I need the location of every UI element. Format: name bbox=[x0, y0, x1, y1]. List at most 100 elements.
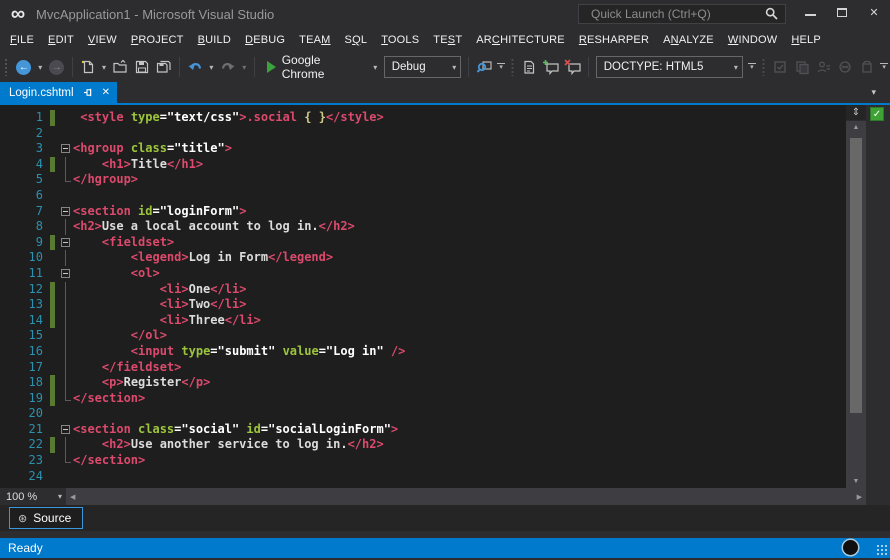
split-window-handle[interactable]: ⇕ bbox=[846, 105, 866, 121]
tab-close-icon[interactable]: ✕ bbox=[102, 87, 110, 98]
navigate-back-caret-icon[interactable]: ▾ bbox=[35, 63, 46, 72]
fold-collapse-toggle[interactable] bbox=[58, 235, 73, 251]
navigate-forward-button[interactable]: → bbox=[46, 56, 68, 78]
redo-caret-icon[interactable]: ▾ bbox=[239, 63, 250, 72]
new-item-button[interactable] bbox=[77, 56, 99, 78]
menu-item-file[interactable]: FILE bbox=[3, 34, 41, 46]
vertical-scrollbar-thumb[interactable] bbox=[850, 138, 862, 413]
fold-collapse-toggle[interactable] bbox=[58, 266, 73, 282]
title-bar: ∞ MvcApplication1 - Microsoft Visual Stu… bbox=[0, 0, 890, 28]
code-line-18[interactable]: 18 <p>Register</p> bbox=[0, 375, 890, 391]
change-tracking-bar bbox=[50, 157, 55, 173]
fold-collapse-toggle[interactable] bbox=[58, 422, 73, 438]
toolbar-overflow-button[interactable]: ▾ bbox=[878, 63, 890, 71]
redo-button[interactable] bbox=[217, 56, 239, 78]
menu-item-build[interactable]: BUILD bbox=[191, 34, 238, 46]
tab-login-cshtml[interactable]: Login.cshtml ✕ bbox=[0, 82, 117, 103]
code-line-14[interactable]: 14 <li>Three</li> bbox=[0, 313, 890, 329]
menu-item-architecture[interactable]: ARCHITECTURE bbox=[469, 34, 572, 46]
save-all-button[interactable] bbox=[153, 56, 175, 78]
remove-comment-button[interactable] bbox=[562, 56, 584, 78]
menu-item-edit[interactable]: EDIT bbox=[41, 34, 81, 46]
code-line-11[interactable]: 11 <ol> bbox=[0, 266, 890, 282]
new-item-caret-icon[interactable]: ▾ bbox=[99, 63, 110, 72]
line-number: 13 bbox=[0, 297, 50, 313]
scroll-up-icon[interactable]: ▲ bbox=[846, 124, 866, 131]
toolbar-overflow-button[interactable]: ▾ bbox=[495, 63, 507, 71]
vertical-scrollbar[interactable]: ⇕ ▲ ▼ bbox=[846, 105, 866, 488]
code-line-1[interactable]: 1 <style type="text/css">.social { }</st… bbox=[0, 110, 890, 126]
code-editor[interactable]: 1 <style type="text/css">.social { }</st… bbox=[0, 105, 890, 488]
code-line-9[interactable]: 9 <fieldset> bbox=[0, 235, 890, 251]
toolbar-overflow-button[interactable]: ▾ bbox=[746, 63, 758, 71]
solution-configuration-dropdown[interactable]: Debug ▾ bbox=[384, 56, 462, 78]
window-resize-grip[interactable] bbox=[875, 543, 888, 556]
code-line-13[interactable]: 13 <li>Two</li> bbox=[0, 297, 890, 313]
code-line-7[interactable]: 7<section id="loginForm"> bbox=[0, 204, 890, 220]
code-line-19[interactable]: 19</section> bbox=[0, 391, 890, 407]
chevron-down-icon: ▾ bbox=[750, 65, 754, 71]
fold-collapse-toggle[interactable] bbox=[58, 204, 73, 220]
menu-item-help[interactable]: HELP bbox=[784, 34, 828, 46]
code-line-16[interactable]: 16 <input type="submit" value="Log in" /… bbox=[0, 344, 890, 360]
code-line-23[interactable]: 23</section> bbox=[0, 453, 890, 469]
tab-list-dropdown-icon[interactable]: ▾ bbox=[871, 87, 876, 98]
scroll-down-icon[interactable]: ▼ bbox=[846, 478, 866, 485]
open-file-button[interactable] bbox=[109, 56, 131, 78]
code-text: </hgroup> bbox=[73, 172, 138, 188]
code-line-22[interactable]: 22 <h2>Use another service to log in.</h… bbox=[0, 437, 890, 453]
maximize-button[interactable] bbox=[826, 0, 858, 24]
undo-caret-icon[interactable]: ▾ bbox=[206, 63, 217, 72]
code-line-21[interactable]: 21<section class="social" id="socialLogi… bbox=[0, 422, 890, 438]
change-tracking-bar bbox=[50, 282, 55, 298]
change-tracking-bar-empty bbox=[50, 266, 55, 282]
minimize-icon bbox=[805, 14, 816, 16]
code-line-6[interactable]: 6 bbox=[0, 188, 890, 204]
fold-collapse-toggle[interactable] bbox=[58, 141, 73, 157]
code-line-4[interactable]: 4 <h1>Title</h1> bbox=[0, 157, 890, 173]
menu-item-test[interactable]: TEST bbox=[426, 34, 469, 46]
code-line-8[interactable]: 8<h2>Use a local account to log in.</h2> bbox=[0, 219, 890, 235]
toolbar-grip-handle[interactable] bbox=[4, 58, 9, 76]
code-line-24[interactable]: 24 bbox=[0, 469, 890, 485]
menu-item-sql[interactable]: SQL bbox=[338, 34, 375, 46]
menu-item-project[interactable]: PROJECT bbox=[124, 34, 191, 46]
start-debugging-button[interactable]: Google Chrome ▾ bbox=[259, 53, 381, 81]
save-button[interactable] bbox=[131, 56, 153, 78]
save-icon bbox=[134, 59, 150, 75]
editor-zoom-dropdown[interactable]: 100 % ▾ bbox=[0, 488, 66, 505]
close-button[interactable]: ✕ bbox=[858, 0, 890, 24]
doctype-dropdown[interactable]: DOCTYPE: HTML5 ▾ bbox=[596, 56, 743, 78]
format-document-button[interactable] bbox=[518, 56, 540, 78]
menu-item-team[interactable]: TEAM bbox=[292, 34, 337, 46]
menu-item-tools[interactable]: TOOLS bbox=[374, 34, 426, 46]
menu-item-analyze[interactable]: ANALYZE bbox=[656, 34, 721, 46]
code-line-5[interactable]: 5</hgroup> bbox=[0, 172, 890, 188]
source-view-button[interactable]: ⊛ Source bbox=[9, 507, 83, 529]
quick-launch-box[interactable]: Quick Launch (Ctrl+Q) bbox=[578, 4, 786, 24]
find-in-files-button[interactable] bbox=[473, 56, 495, 78]
code-line-12[interactable]: 12 <li>One</li> bbox=[0, 282, 890, 298]
minimize-button[interactable] bbox=[794, 0, 826, 24]
navigate-back-button[interactable]: ← bbox=[13, 56, 35, 78]
menu-item-debug[interactable]: DEBUG bbox=[238, 34, 292, 46]
undo-button[interactable] bbox=[184, 56, 206, 78]
background-task-indicator-icon[interactable] bbox=[843, 540, 858, 555]
code-line-3[interactable]: 3<hgroup class="title"> bbox=[0, 141, 890, 157]
code-text: <li>Two</li> bbox=[73, 297, 246, 313]
menu-item-resharper[interactable]: RESHARPER bbox=[572, 34, 656, 46]
code-line-15[interactable]: 15 </ol> bbox=[0, 328, 890, 344]
tab-title: Login.cshtml bbox=[9, 87, 74, 99]
toolbar-separator-dots bbox=[511, 58, 514, 76]
resharper-file-status-icon[interactable]: ✓ bbox=[870, 107, 884, 121]
add-comment-button[interactable] bbox=[540, 56, 562, 78]
code-line-20[interactable]: 20 bbox=[0, 406, 890, 422]
pin-icon[interactable] bbox=[83, 87, 94, 98]
code-line-2[interactable]: 2 bbox=[0, 126, 890, 142]
code-line-10[interactable]: 10 <legend>Log in Form</legend> bbox=[0, 250, 890, 266]
scroll-right-icon[interactable]: ▶ bbox=[853, 493, 866, 501]
menu-item-view[interactable]: VIEW bbox=[81, 34, 124, 46]
scroll-left-icon[interactable]: ◀ bbox=[66, 493, 79, 501]
menu-item-window[interactable]: WINDOW bbox=[721, 34, 784, 46]
code-line-17[interactable]: 17 </fieldset> bbox=[0, 360, 890, 376]
